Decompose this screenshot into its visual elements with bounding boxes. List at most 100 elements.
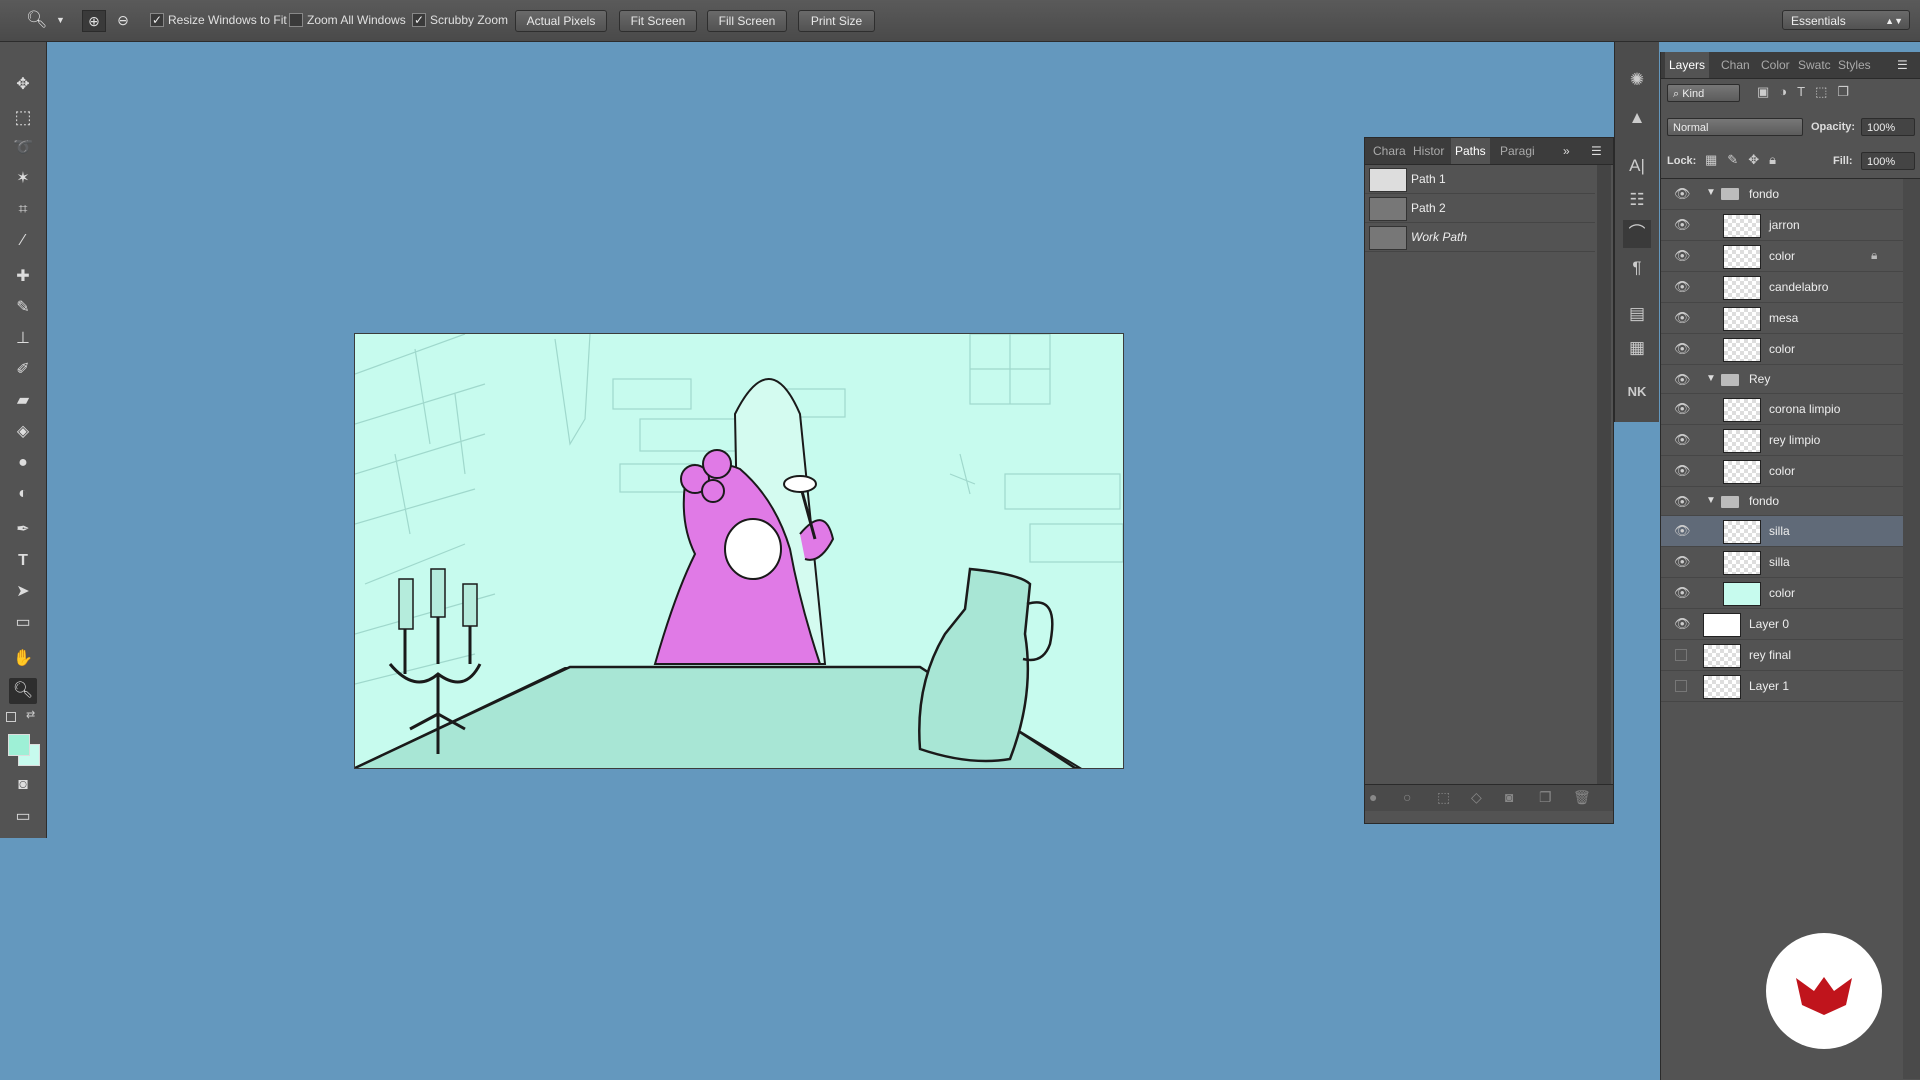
magic-wand-tool-icon[interactable]: ✶ [9, 166, 37, 192]
tab-paragraph[interactable]: Paragi [1500, 138, 1535, 164]
default-colors-icon[interactable] [6, 712, 16, 722]
scrubby-zoom-checkbox[interactable]: Scrubby Zoom [412, 10, 508, 30]
checkbox-icon[interactable] [289, 12, 303, 27]
visibility-toggle[interactable] [1675, 649, 1687, 661]
lock-all-icon[interactable]: 🔒︎ [1769, 152, 1786, 167]
eye-icon[interactable]: 👁︎ [1674, 495, 1691, 509]
tab-color[interactable]: Color [1761, 52, 1790, 78]
eye-icon[interactable]: 👁︎ [1674, 218, 1691, 232]
load-selection-icon[interactable]: ⬚ [1437, 789, 1450, 806]
layer-filter-dropdown[interactable]: ⌕ Kind [1667, 84, 1740, 102]
fill-screen-button[interactable]: Fill Screen [707, 10, 787, 32]
layer-row[interactable]: 👁︎ jarron [1661, 210, 1903, 241]
visibility-toggle[interactable] [1675, 680, 1687, 692]
eye-icon[interactable]: 👁︎ [1674, 555, 1691, 569]
zoom-all-windows-checkbox[interactable]: Zoom All Windows [289, 10, 406, 30]
document-canvas[interactable] [354, 333, 1124, 769]
checkbox-icon[interactable] [150, 10, 164, 30]
tab-history[interactable]: Histor [1413, 138, 1444, 164]
lasso-tool-icon[interactable]: ➰ [9, 135, 37, 161]
properties-icon[interactable]: ▤ [1623, 300, 1651, 328]
paint-bucket-tool-icon[interactable]: ◈ [9, 419, 37, 445]
lock-image-icon[interactable]: ✎ [1727, 152, 1748, 167]
crop-tool-icon[interactable]: ⌗ [9, 197, 37, 223]
zoom-out-icon[interactable]: ⊖ [112, 10, 134, 30]
eye-icon[interactable]: 👁︎ [1674, 373, 1691, 387]
eye-icon[interactable]: 👁︎ [1674, 280, 1691, 294]
brush-tool-icon[interactable]: ✎ [9, 295, 37, 321]
workspace-switcher[interactable]: Essentials ▲▼ [1782, 10, 1910, 30]
history-brush-tool-icon[interactable]: ✐ [9, 357, 37, 383]
tab-styles[interactable]: Styles [1838, 52, 1871, 78]
type-filter-icon[interactable]: T [1797, 84, 1815, 99]
add-mask-icon[interactable]: ◙ [1505, 789, 1513, 805]
tab-layers[interactable]: Layers [1665, 52, 1710, 78]
paths-scrollbar[interactable] [1597, 165, 1611, 805]
tab-channels[interactable]: Chan [1721, 52, 1750, 78]
expand-triangle-icon[interactable]: ▼ [1706, 373, 1716, 384]
quick-mask-icon[interactable]: ◙ [9, 772, 37, 798]
layer-row[interactable]: 👁︎ color [1661, 334, 1903, 365]
make-work-path-icon[interactable]: ◇ [1471, 789, 1482, 806]
paragraph-icon[interactable]: ¶ [1623, 254, 1651, 282]
swap-colors-icon[interactable]: ⇄ [26, 708, 35, 721]
layers-scrollbar[interactable] [1903, 179, 1920, 1079]
image-filter-icon[interactable]: ▣ [1757, 84, 1779, 99]
layer-row-selected[interactable]: 👁︎ silla [1661, 516, 1903, 547]
layer-row[interactable]: 👁︎ color [1661, 456, 1903, 487]
layer-row[interactable]: rey final [1661, 640, 1903, 671]
eraser-tool-icon[interactable]: ▰ [9, 388, 37, 414]
eye-icon[interactable]: 👁︎ [1674, 342, 1691, 356]
histogram-icon[interactable]: ▲ [1623, 104, 1651, 132]
resize-windows-checkbox[interactable]: Resize Windows to Fit [150, 10, 287, 30]
layer-row[interactable]: 👁︎ Layer 0 [1661, 609, 1903, 640]
path-row[interactable]: Work Path [1365, 223, 1595, 252]
double-chevron-icon[interactable]: » [1563, 138, 1570, 164]
layer-row[interactable]: 👁︎ color 🔒︎ [1661, 241, 1903, 272]
fit-screen-button[interactable]: Fit Screen [619, 10, 697, 32]
screen-mode-icon[interactable]: ▭ [9, 804, 37, 830]
foreground-color-swatch[interactable] [8, 734, 30, 756]
tab-character[interactable]: Chara [1373, 138, 1406, 164]
lock-transparent-icon[interactable]: ▦ [1705, 152, 1727, 167]
lock-position-icon[interactable]: ✥ [1748, 152, 1769, 167]
eye-icon[interactable]: 👁︎ [1674, 249, 1691, 263]
opacity-input[interactable]: 100% [1861, 118, 1915, 136]
tab-swatches[interactable]: Swatc [1798, 52, 1831, 78]
rectangle-tool-icon[interactable]: ▭ [9, 610, 37, 636]
eye-icon[interactable]: 👁︎ [1674, 187, 1691, 201]
layer-group-row[interactable]: 👁︎ ▼ fondo [1661, 179, 1903, 210]
blend-mode-dropdown[interactable]: Normal [1667, 118, 1803, 136]
clone-stamp-tool-icon[interactable]: ⊥ [9, 326, 37, 352]
shape-filter-icon[interactable]: ⬚ [1815, 84, 1837, 99]
pen-tool-icon[interactable]: ✒ [9, 517, 37, 543]
layer-group-row[interactable]: 👁︎ ▼ fondo [1661, 487, 1903, 516]
delete-path-icon[interactable]: 🗑︎ [1573, 789, 1591, 806]
actual-pixels-button[interactable]: Actual Pixels [515, 10, 607, 32]
tab-paths[interactable]: Paths [1451, 138, 1490, 164]
eyedropper-tool-icon[interactable]: ⁄ [9, 228, 37, 254]
fill-input[interactable]: 100% [1861, 152, 1915, 170]
expand-triangle-icon[interactable]: ▼ [1706, 187, 1716, 198]
history-icon[interactable]: ☷ [1623, 186, 1651, 214]
panel-menu-icon[interactable]: ☰ [1591, 138, 1602, 164]
layer-row[interactable]: 👁︎ color [1661, 578, 1903, 609]
layer-row[interactable]: Layer 1 [1661, 671, 1903, 702]
character-icon[interactable]: A| [1623, 152, 1651, 180]
blur-tool-icon[interactable]: ● [9, 450, 37, 476]
zoom-tool-icon[interactable]: 🔍︎ [26, 10, 48, 30]
new-path-icon[interactable]: ❐ [1539, 789, 1552, 806]
layer-row[interactable]: 👁︎ silla [1661, 547, 1903, 578]
navigator-icon[interactable]: ✺ [1623, 66, 1651, 94]
layer-row[interactable]: 👁︎ candelabro [1661, 272, 1903, 303]
hand-tool-icon[interactable]: ✋ [9, 646, 37, 672]
smart-object-filter-icon[interactable]: ❐ [1837, 84, 1859, 99]
move-tool-icon[interactable]: ✥ [9, 72, 37, 98]
marquee-tool-icon[interactable]: ⬚ [9, 104, 37, 130]
eye-icon[interactable]: 👁︎ [1674, 311, 1691, 325]
layer-row[interactable]: 👁︎ rey limpio [1661, 425, 1903, 456]
plugin-icon[interactable]: NK [1623, 378, 1651, 406]
layer-row[interactable]: 👁︎ mesa [1661, 303, 1903, 334]
path-selection-tool-icon[interactable]: ➤ [9, 579, 37, 605]
print-size-button[interactable]: Print Size [798, 10, 875, 32]
